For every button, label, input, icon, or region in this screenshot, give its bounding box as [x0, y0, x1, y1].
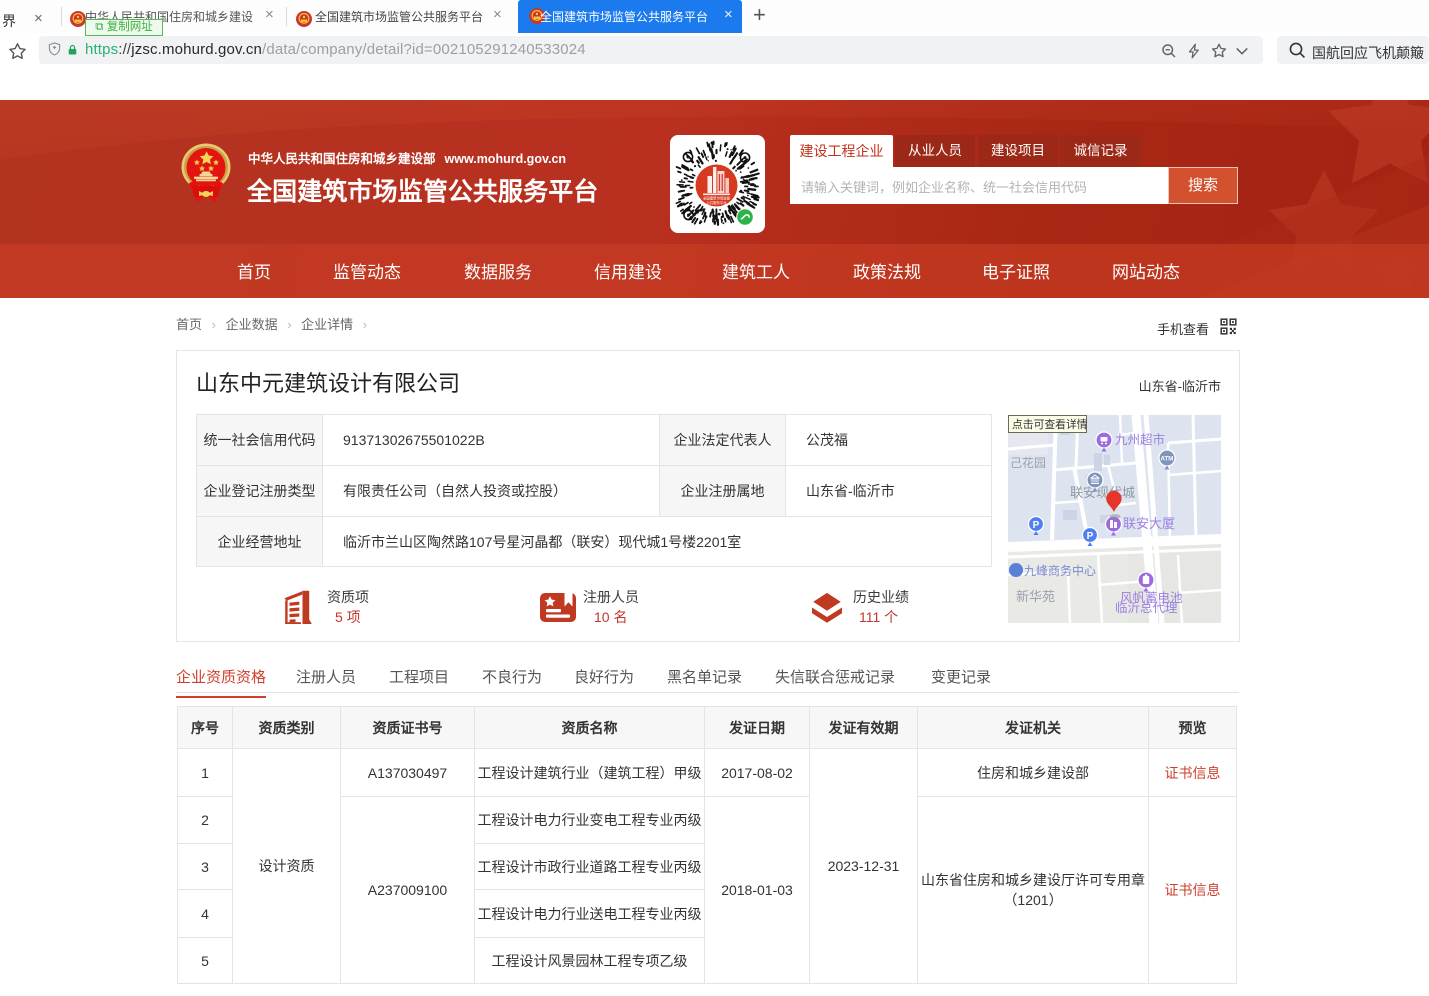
svg-text:联安现代城: 联安现代城 — [1070, 485, 1135, 500]
svg-text:ATM: ATM — [1161, 456, 1174, 463]
svg-text:九州超市: 九州超市 — [1115, 432, 1165, 447]
svg-text:九峰商务中心: 九峰商务中心 — [1024, 563, 1096, 578]
svg-text:点击可查看详情: 点击可查看详情 — [1012, 417, 1088, 431]
svg-text:全国建筑市场监管: 全国建筑市场监管 — [703, 196, 731, 201]
svg-text:临沂总代理: 临沂总代理 — [1115, 601, 1178, 615]
svg-text:新华苑: 新华苑 — [1016, 589, 1055, 604]
svg-text:P: P — [1033, 520, 1040, 531]
svg-text:己花园: 己花园 — [1010, 455, 1046, 470]
svg-text:公共服务平台: 公共服务平台 — [706, 200, 727, 205]
svg-text:联安大厦: 联安大厦 — [1123, 516, 1175, 531]
svg-text:P: P — [1087, 531, 1094, 542]
